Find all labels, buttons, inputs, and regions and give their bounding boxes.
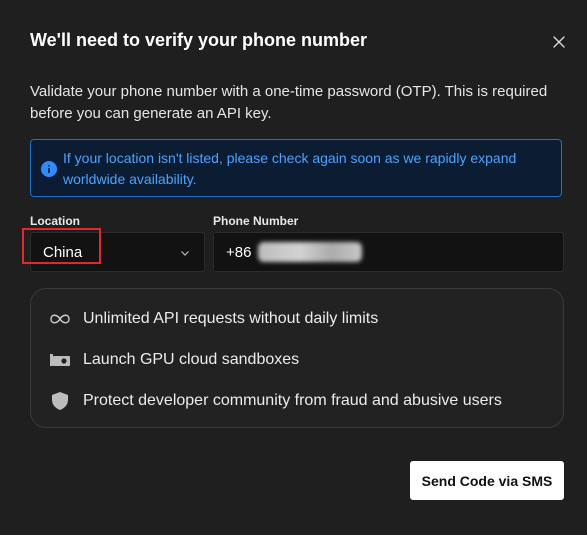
location-highlight-annotation [22,228,101,264]
phone-label: Phone Number [213,214,299,228]
dialog-description: Validate your phone number with a one-ti… [30,83,548,122]
phone-number-value: +86 [226,244,252,261]
info-icon [41,161,57,177]
feature-text: Protect developer community from fraud a… [83,392,502,409]
feature-text: Launch GPU cloud sandboxes [83,351,300,368]
shield-icon [47,391,73,411]
gpu-card-icon [47,350,73,370]
feature-item: Protect developer community from fraud a… [47,391,502,411]
info-message: If your location isn't listed, please ch… [63,150,517,187]
feature-text: Unlimited API requests without daily lim… [83,310,379,327]
redacted-phone-digits [258,242,362,262]
phone-number-input[interactable]: +86 [213,232,564,272]
chevron-down-icon [181,251,189,256]
verify-phone-dialog: We'll need to verify your phone number V… [0,0,587,535]
feature-item: Launch GPU cloud sandboxes [47,350,299,370]
close-icon [553,36,565,48]
close-button[interactable] [549,32,569,52]
features-panel: Unlimited API requests without daily lim… [30,288,564,428]
info-banner: If your location isn't listed, please ch… [30,139,562,197]
location-label: Location [30,214,80,228]
send-code-button[interactable]: Send Code via SMS [410,461,564,500]
feature-item: Unlimited API requests without daily lim… [47,309,378,329]
infinity-icon [47,309,73,329]
dialog-title: We'll need to verify your phone number [30,30,367,50]
